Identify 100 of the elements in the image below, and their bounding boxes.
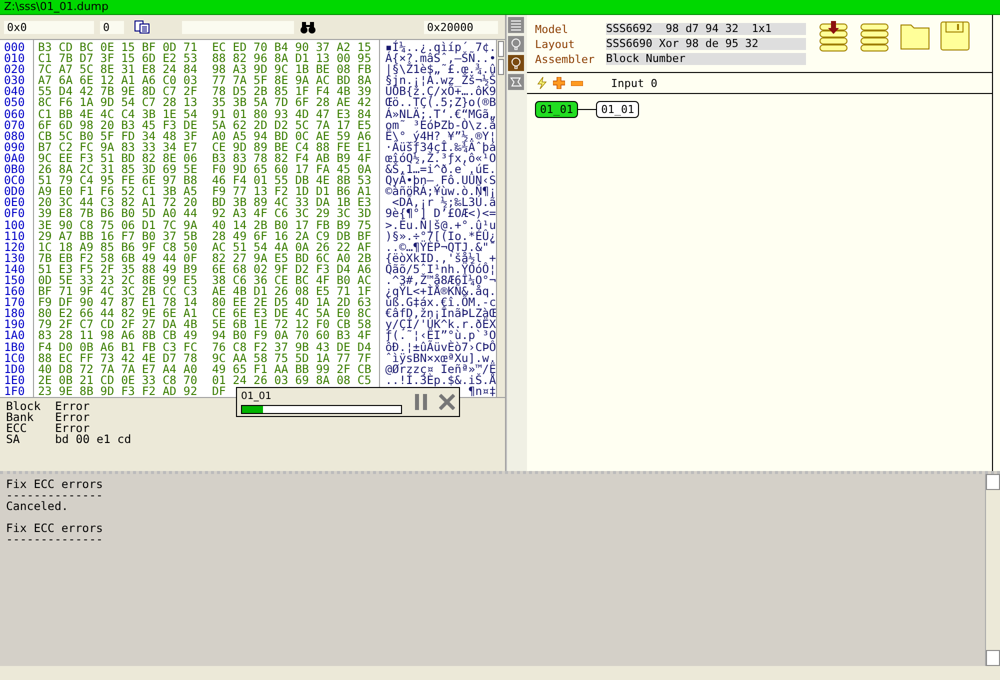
ascii-text: Qãõ/5ˆI¹nh.ŸÒóÔ¦ bbox=[384, 264, 496, 275]
offset-label: 010 bbox=[4, 53, 26, 64]
property-value: SSS6690 Xor 98 de 95 32 bbox=[606, 38, 806, 50]
input-label: Input 0 bbox=[611, 76, 658, 90]
side-tab[interactable] bbox=[508, 55, 524, 71]
hex-bytes: 39 E8 7B B6 B0 5D A0 44 bbox=[38, 208, 198, 220]
hex-bytes: B3 CD BC 0E 15 BF 0D 71 bbox=[38, 42, 198, 54]
offset-label: 050 bbox=[4, 97, 26, 109]
hex-bytes: 28 49 6F 16 2A C9 DB BF bbox=[212, 230, 372, 242]
ascii-text: ôÐ.¦±ûÃüvÈò7›CÞÔ bbox=[384, 342, 496, 353]
side-tab[interactable] bbox=[508, 36, 524, 52]
pause-icon[interactable] bbox=[415, 394, 427, 410]
remove-icon[interactable] bbox=[571, 80, 583, 86]
hex-bytes: 88 EC FF 73 42 4E D7 78 bbox=[38, 352, 198, 364]
ascii-text: QyÄ•þn—¸Fô.UÛN‹S bbox=[384, 175, 496, 186]
status-label: SA bbox=[6, 434, 20, 445]
hex-bytes: 76 C8 F2 37 9B 43 DE D4 bbox=[212, 342, 372, 353]
hex-bytes: F9 DF 90 47 87 E1 78 14 bbox=[38, 297, 198, 308]
scroll-up-button[interactable] bbox=[986, 474, 1000, 490]
hex-bytes: 83 28 11 98 A6 8B CB 49 bbox=[38, 330, 198, 342]
hex-bytes: 78 D5 2B 85 1F F4 4B 39 bbox=[212, 86, 372, 98]
hex-bytes: 8C F6 1A 9D 54 C7 28 13 bbox=[38, 97, 198, 109]
copy-icon[interactable] bbox=[134, 20, 150, 34]
window-title: Z:\sss\01_01.dump bbox=[0, 0, 1000, 15]
log-line: Canceled. bbox=[6, 501, 70, 512]
add-icon[interactable] bbox=[553, 77, 565, 89]
hex-bytes: A9 E0 F1 F6 52 C1 3B A5 bbox=[38, 186, 198, 198]
offset-label: 030 bbox=[4, 75, 26, 86]
hex-bytes: C1 BB 4E 4C C4 3B 1E 54 bbox=[38, 108, 198, 120]
graph-node[interactable]: 01_01 bbox=[535, 101, 578, 118]
hex-bytes: 20 3C 44 C3 82 A1 72 20 bbox=[38, 197, 198, 208]
hex-bytes: 7B EB F2 58 6B 49 44 0F bbox=[38, 252, 198, 264]
search-field[interactable] bbox=[182, 20, 294, 34]
property-value: Block Number bbox=[606, 53, 806, 65]
hex-bytes: 51 E3 F5 2F 35 88 49 B9 bbox=[38, 264, 198, 275]
hex-bytes: 6F 6D 98 20 B3 45 F3 DE bbox=[38, 120, 198, 131]
hex-bytes: EC ED 70 B4 90 37 A2 15 bbox=[212, 42, 372, 54]
status-value: bd 00 e1 cd bbox=[55, 434, 132, 445]
ascii-text: Á{×?.mâSˆ‚–ŠÑ..• bbox=[384, 53, 496, 64]
hex-bytes: 91 01 80 93 4D 47 E3 84 bbox=[212, 108, 372, 120]
bulb-icon bbox=[510, 38, 522, 50]
offset-label: 1A0 bbox=[4, 330, 26, 342]
progress-title: 01_01 bbox=[241, 390, 272, 402]
offset-label: 070 bbox=[4, 120, 26, 131]
hex-bytes: 80 E2 66 44 82 9E 6E A1 bbox=[38, 308, 198, 320]
size-field[interactable]: 0x20000 bbox=[424, 20, 498, 34]
hex-bytes: 82 27 9A E5 BD 6C A0 2B bbox=[212, 252, 372, 264]
ascii-text: &Š,1…=i^ð.e`.úE. bbox=[384, 164, 496, 176]
scroll-down-button[interactable] bbox=[498, 59, 504, 75]
bulb-icon bbox=[510, 57, 522, 69]
hex-bytes: CB 5C B0 5F FD 34 48 3F bbox=[38, 130, 198, 142]
log-line: Fix ECC errors bbox=[6, 523, 104, 534]
ascii-text: ƒ(.˜¦‹ËI”°ù.p`³O bbox=[384, 330, 496, 342]
scroll-down-button[interactable] bbox=[986, 650, 1000, 666]
stack-import-icon[interactable] bbox=[818, 21, 849, 52]
stack-icon[interactable] bbox=[859, 21, 890, 52]
hex-bytes: CE 6E E3 DE 4C 5A E0 8C bbox=[212, 308, 372, 320]
save-icon[interactable] bbox=[940, 21, 970, 51]
value-field[interactable]: 0 bbox=[100, 20, 124, 34]
property-label: Layout bbox=[535, 38, 576, 50]
hex-bytes: C1 7B D7 3F 15 6D E2 53 bbox=[38, 53, 198, 64]
hex-bytes: 6E 68 02 9F D2 F3 D4 A6 bbox=[212, 264, 372, 275]
log-line: -------------- bbox=[6, 534, 104, 545]
hex-bytes: 55 D4 42 7B 9E 8D C7 2F bbox=[38, 86, 198, 98]
ascii-text: ¶n¤‡ bbox=[468, 386, 496, 397]
status-label: Bank bbox=[6, 412, 34, 423]
offset-label: 080 bbox=[4, 130, 26, 142]
ascii-text: œîóQ½‚Ž.³ƒx‚ô«¹O bbox=[384, 152, 496, 164]
hex-bytes: A7 6A 6E 12 A1 A6 C0 03 bbox=[38, 75, 198, 86]
ascii-text: Á»NLÄ;.T‘.€“MGã„ bbox=[384, 108, 496, 120]
offset-label: 0D0 bbox=[4, 186, 26, 198]
ascii-text: €âfD‚žn¡ÎnãÞLZàŒ bbox=[384, 308, 496, 320]
side-tab[interactable] bbox=[508, 74, 524, 90]
ascii-text: @Ørzzç¤ Ieñª»™/Ë bbox=[384, 364, 496, 375]
hex-bytes: BF 71 9F 4C 3C 2B CC C3 bbox=[38, 286, 198, 298]
hex-bytes: DF bbox=[212, 386, 226, 397]
offset-label: 0A0 bbox=[4, 152, 26, 164]
offset-label: 000 bbox=[4, 42, 26, 54]
graph-node[interactable]: 01_01 bbox=[596, 101, 640, 118]
hex-bytes: 98 A3 9D 9C 1B BE 08 FB bbox=[212, 64, 372, 76]
address-field[interactable]: 0x0 bbox=[4, 20, 94, 34]
hex-bytes: 9C AA 58 75 5D 1A 77 7F bbox=[212, 352, 372, 364]
side-tab[interactable] bbox=[508, 17, 524, 33]
property-label: Assembler bbox=[535, 52, 596, 66]
hex-bytes: 79 2F C7 CD 2F 27 DA 4B bbox=[38, 319, 198, 330]
hex-bytes: 80 EE 2E D5 4D 1A 2D 63 bbox=[212, 297, 372, 308]
log-line: Fix ECC errors bbox=[6, 479, 104, 490]
scroll-up-button[interactable] bbox=[498, 41, 504, 57]
list-icon bbox=[510, 19, 522, 31]
hex-bytes: 94 B0 F9 0A 70 60 B3 4F bbox=[212, 330, 372, 342]
ascii-text: ..!Í.3Èp.$&.iŠ.Å bbox=[384, 374, 496, 386]
offset-label: 100 bbox=[4, 220, 26, 231]
search-icon[interactable] bbox=[300, 20, 316, 34]
offset-label: 1E0 bbox=[4, 374, 26, 386]
status-value: Error bbox=[55, 412, 90, 423]
hex-bytes: 29 A7 BB 16 F7 B0 37 5B bbox=[38, 230, 198, 242]
ascii-text: ·Âüšƒ34çÎ.‰¾Äˆþá bbox=[384, 142, 496, 153]
close-icon[interactable] bbox=[439, 394, 455, 410]
hex-bytes: B3 83 78 82 F4 AB B9 4F bbox=[212, 152, 372, 164]
lightning-icon[interactable] bbox=[537, 77, 547, 89]
